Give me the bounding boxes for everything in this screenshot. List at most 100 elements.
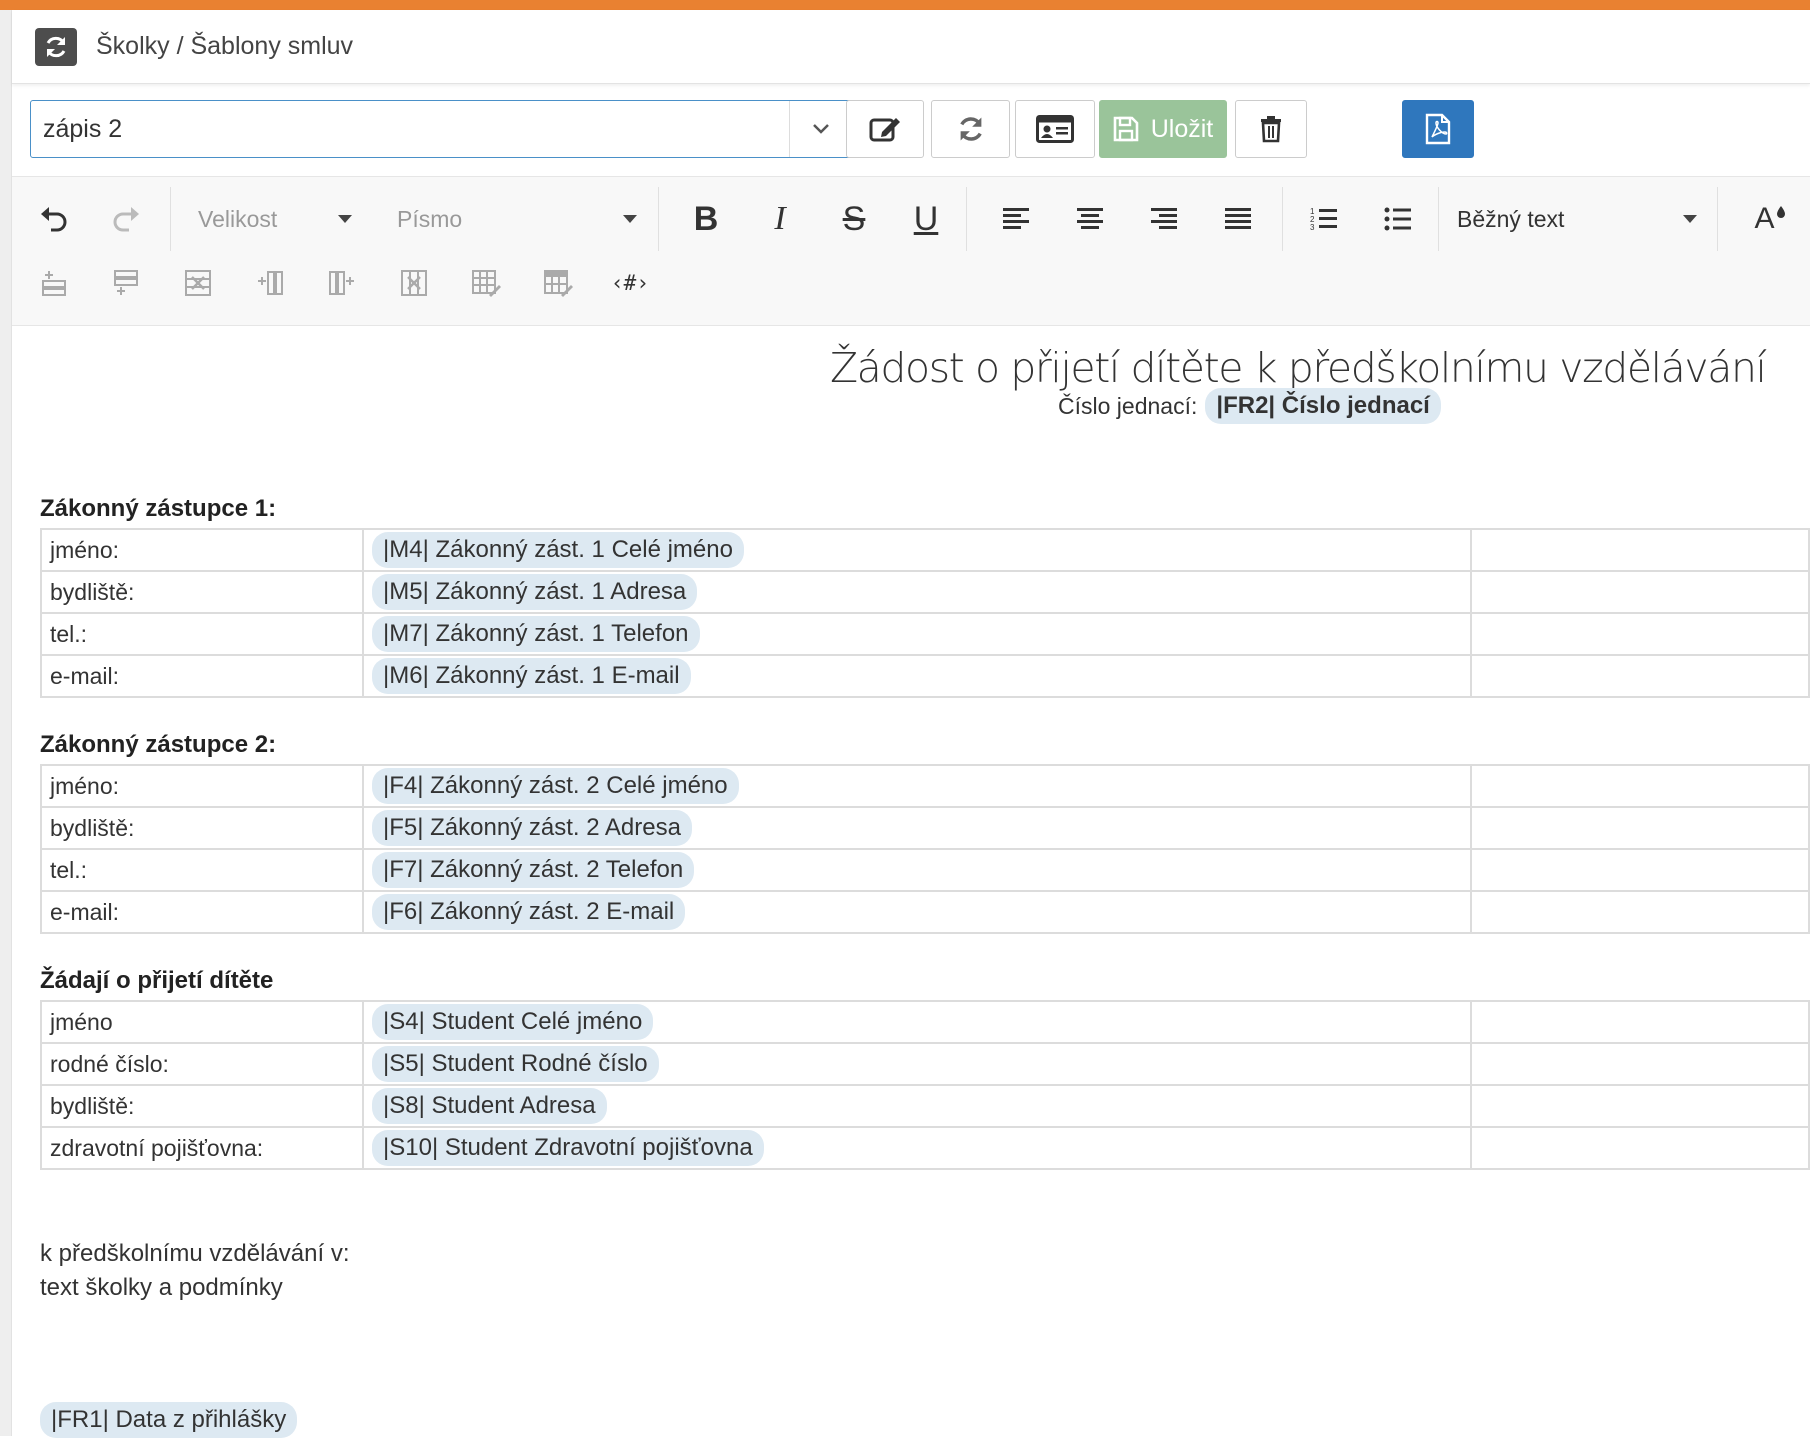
empty-cell[interactable] bbox=[1470, 1042, 1810, 1086]
unordered-list-button[interactable] bbox=[1370, 191, 1426, 247]
paragraph-style-dropdown[interactable]: Běžný text bbox=[1457, 197, 1697, 241]
fields-table: jméno: |M4| Zákonný zást. 1 Celé jméno b… bbox=[40, 528, 1810, 698]
field-value-cell[interactable]: |M7| Zákonný zást. 1 Telefon bbox=[362, 612, 1472, 656]
field-value-cell[interactable]: |M6| Zákonný zást. 1 E-mail bbox=[362, 654, 1472, 698]
refresh-page-button[interactable] bbox=[35, 27, 77, 66]
align-left-button[interactable] bbox=[988, 191, 1044, 247]
chevron-down-icon[interactable] bbox=[789, 101, 851, 157]
field-value-cell[interactable]: |S5| Student Rodné číslo bbox=[362, 1042, 1472, 1086]
merge-field-chip[interactable]: |F7| Zákonný zást. 2 Telefon bbox=[372, 852, 695, 888]
export-pdf-button[interactable] bbox=[1402, 100, 1474, 158]
empty-cell[interactable] bbox=[1470, 1084, 1810, 1128]
insert-column-right-button[interactable] bbox=[314, 255, 370, 311]
page-header: Školky / Šablony smluv bbox=[12, 10, 1810, 84]
field-value-cell[interactable]: |F6| Zákonný zást. 2 E-mail bbox=[362, 890, 1472, 934]
merge-field-chip[interactable]: |FR1| Data z přihlášky bbox=[40, 1402, 298, 1438]
table-row: tel.: |M7| Zákonný zást. 1 Telefon bbox=[40, 612, 1810, 656]
font-color-icon: A bbox=[1754, 202, 1775, 235]
merge-field-chip[interactable]: |F4| Zákonný zást. 2 Celé jméno bbox=[372, 768, 739, 804]
merge-field-chip[interactable]: |F5| Zákonný zást. 2 Adresa bbox=[372, 810, 692, 846]
table-row-insert-below-icon bbox=[114, 270, 138, 295]
empty-cell[interactable] bbox=[1470, 806, 1810, 850]
refresh-icon bbox=[46, 36, 66, 57]
field-label: bydliště: bbox=[40, 570, 364, 614]
merge-field-chip[interactable]: |S8| Student Adresa bbox=[372, 1088, 607, 1124]
table-cell-edit-icon bbox=[472, 270, 501, 297]
empty-cell[interactable] bbox=[1470, 848, 1810, 892]
save-button[interactable]: Uložit bbox=[1099, 100, 1227, 158]
refresh-icon bbox=[959, 117, 982, 141]
empty-cell[interactable] bbox=[1470, 764, 1810, 808]
empty-cell[interactable] bbox=[1470, 528, 1810, 572]
empty-cell[interactable] bbox=[1470, 570, 1810, 614]
paragraph-style-label: Běžný text bbox=[1457, 205, 1565, 232]
ordered-list-button[interactable]: 1 2 3 bbox=[1296, 191, 1352, 247]
field-label: e-mail: bbox=[40, 890, 364, 934]
field-value-cell[interactable]: |S10| Student Zdravotní pojišťovna bbox=[362, 1126, 1472, 1170]
delete-row-button[interactable] bbox=[170, 255, 226, 311]
field-value-cell[interactable]: |S4| Student Celé jméno bbox=[362, 1000, 1472, 1044]
template-select[interactable]: zápis 2 bbox=[30, 100, 852, 158]
insert-column-left-button[interactable] bbox=[242, 255, 298, 311]
underline-button[interactable]: U bbox=[898, 191, 954, 247]
align-left-icon bbox=[1003, 208, 1029, 229]
field-value-cell[interactable]: |M5| Zákonný zást. 1 Adresa bbox=[362, 570, 1472, 614]
empty-cell[interactable] bbox=[1470, 612, 1810, 656]
contact-fields-button[interactable] bbox=[1015, 100, 1095, 158]
field-label: rodné číslo: bbox=[40, 1042, 364, 1086]
empty-cell[interactable] bbox=[1470, 654, 1810, 698]
field-label: jméno: bbox=[40, 528, 364, 572]
font-family-dropdown[interactable]: Písmo bbox=[397, 197, 637, 241]
field-value-cell[interactable]: |S8| Student Adresa bbox=[362, 1084, 1472, 1128]
merge-field-chip[interactable]: |S10| Student Zdravotní pojišťovna bbox=[372, 1130, 764, 1166]
field-value-cell[interactable]: |F5| Zákonný zást. 2 Adresa bbox=[362, 806, 1472, 850]
insert-row-below-button[interactable] bbox=[98, 255, 154, 311]
empty-cell[interactable] bbox=[1470, 1000, 1810, 1044]
table-properties-button[interactable] bbox=[530, 255, 586, 311]
strikethrough-button[interactable]: S bbox=[826, 191, 882, 247]
delete-template-button[interactable] bbox=[1235, 100, 1307, 158]
delete-column-button[interactable] bbox=[386, 255, 442, 311]
insert-placeholder-button[interactable]: ‹#› bbox=[602, 255, 658, 311]
document-editor[interactable]: Žádost o přijetí dítěte k předškolnímu v… bbox=[12, 326, 1810, 1438]
undo-button[interactable] bbox=[26, 191, 82, 247]
font-family-label: Písmo bbox=[397, 205, 463, 232]
table-row: jméno: |M4| Zákonný zást. 1 Celé jméno bbox=[40, 528, 1810, 572]
align-justify-button[interactable] bbox=[1210, 191, 1266, 247]
align-right-button[interactable] bbox=[1136, 191, 1192, 247]
table-cell-properties-button[interactable] bbox=[458, 255, 514, 311]
insert-row-above-button[interactable] bbox=[26, 255, 82, 311]
empty-cell[interactable] bbox=[1470, 1126, 1810, 1170]
merge-field-chip[interactable]: |M7| Zákonný zást. 1 Telefon bbox=[372, 616, 700, 652]
field-label: jméno bbox=[40, 1000, 364, 1044]
italic-button[interactable]: I bbox=[752, 191, 808, 247]
redo-button[interactable] bbox=[98, 191, 154, 247]
merge-field-chip[interactable]: |M6| Zákonný zást. 1 E-mail bbox=[372, 658, 691, 694]
align-center-button[interactable] bbox=[1062, 191, 1118, 247]
breadcrumb: Školky / Šablony smluv bbox=[96, 32, 354, 60]
droplet-icon bbox=[1776, 206, 1785, 218]
field-value-cell[interactable]: |F7| Zákonný zást. 2 Telefon bbox=[362, 848, 1472, 892]
caret-down-icon bbox=[1683, 215, 1697, 223]
align-right-icon bbox=[1151, 208, 1177, 229]
font-color-button[interactable]: A bbox=[1742, 191, 1798, 247]
merge-field-chip[interactable]: |S5| Student Rodné číslo bbox=[372, 1046, 659, 1082]
bullet-list-icon bbox=[1384, 207, 1411, 231]
field-value-cell[interactable]: |F4| Zákonný zást. 2 Celé jméno bbox=[362, 764, 1472, 808]
merge-field-chip[interactable]: |S4| Student Celé jméno bbox=[372, 1004, 654, 1040]
top-accent-bar bbox=[0, 0, 1810, 10]
field-value-cell[interactable]: |M4| Zákonný zást. 1 Celé jméno bbox=[362, 528, 1472, 572]
table-row: jméno: |F4| Zákonný zást. 2 Celé jméno bbox=[40, 764, 1810, 808]
merge-field-chip[interactable]: |M5| Zákonný zást. 1 Adresa bbox=[372, 574, 698, 610]
empty-cell[interactable] bbox=[1470, 890, 1810, 934]
bold-button[interactable]: B bbox=[678, 191, 734, 247]
merge-field-chip[interactable]: |FR2| Číslo jednací bbox=[1205, 388, 1441, 424]
font-size-dropdown[interactable]: Velikost bbox=[198, 197, 352, 241]
edit-template-button[interactable] bbox=[846, 100, 924, 158]
reload-template-button[interactable] bbox=[931, 100, 1010, 158]
id-card-icon bbox=[1036, 115, 1074, 143]
caret-down-icon bbox=[623, 215, 637, 223]
merge-field-chip[interactable]: |F6| Zákonný zást. 2 E-mail bbox=[372, 894, 686, 930]
align-justify-icon bbox=[1225, 208, 1251, 229]
merge-field-chip[interactable]: |M4| Zákonný zást. 1 Celé jméno bbox=[372, 532, 744, 568]
